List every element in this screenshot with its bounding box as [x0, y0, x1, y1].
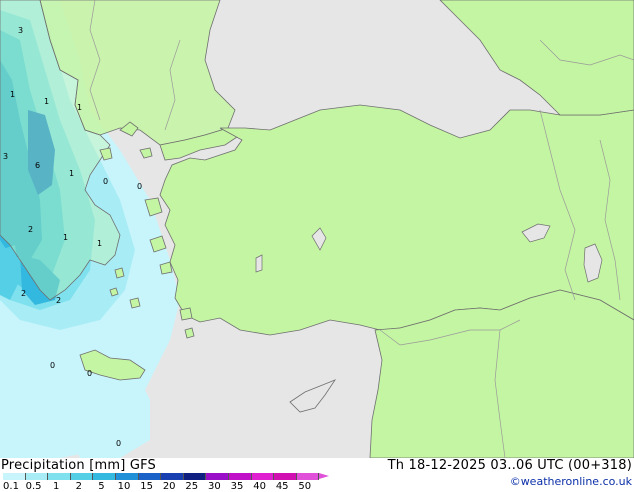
scale-tick-label: 25: [185, 481, 199, 492]
contour-label: 1: [44, 97, 49, 106]
scale-tick-label: 15: [140, 481, 153, 492]
valid-time: Th 18-12-2025 03..06 UTC (00+318): [387, 458, 632, 473]
contour-label: 2: [56, 296, 61, 305]
scale-swatch: [48, 473, 71, 480]
scale-tick-label: 35: [230, 481, 244, 492]
contour-label: 1: [10, 90, 15, 99]
scale-swatch: [138, 473, 162, 480]
scale-tick-label: 0.1: [3, 481, 19, 492]
scale-swatch: [70, 473, 94, 480]
scale-tick-label: 50: [298, 481, 312, 492]
scale-tick-label: 30: [208, 481, 221, 492]
contour-label: 6: [35, 161, 40, 170]
contour-label: 0: [50, 361, 55, 370]
contour-label: 1: [97, 239, 102, 248]
scale-swatch: [251, 473, 275, 480]
scale-swatch: [116, 473, 139, 480]
scale-tick-label: 5: [98, 481, 105, 492]
scale-tick-label: 40: [253, 481, 266, 492]
scale-tick-label: 0.5: [25, 481, 42, 492]
legend-bar: Precipitation [mm] GFS Th 18-12-2025 03.…: [0, 458, 634, 492]
contour-label: 2: [28, 225, 33, 234]
scale-swatch: [3, 473, 26, 480]
contour-label: 1: [69, 169, 74, 178]
scale-tick-label: 2: [75, 481, 82, 492]
scale-arrow-icon: [319, 473, 330, 479]
scale-tick-label: 45: [275, 481, 289, 492]
scale-swatch: [25, 473, 49, 480]
chart-title: Precipitation [mm] GFS: [1, 458, 156, 473]
map-area: 3 1 1 1 3 6 1 0 0 2 1 1 2 2 0 0 0: [0, 0, 634, 458]
contour-label: 0: [87, 369, 92, 378]
scale-swatch: [183, 473, 207, 480]
color-scale: 0.1 0.5 1 2 5 10 15 20 25 30 35 40 45 50: [0, 473, 332, 492]
scale-swatch: [274, 473, 297, 480]
scale-tick-label: 20: [162, 481, 176, 492]
credit-link[interactable]: ©weatheronline.co.uk: [510, 475, 632, 488]
contour-label: 3: [3, 152, 8, 161]
contour-label: 0: [116, 439, 121, 448]
contour-label: 0: [103, 177, 108, 186]
product-label: Precipitation [mm]: [1, 458, 126, 473]
model-label: GFS: [129, 458, 156, 473]
map-svg: 3 1 1 1 3 6 1 0 0 2 1 1 2 2 0 0 0: [0, 0, 634, 458]
scale-tick-label: 10: [117, 481, 131, 492]
scale-swatch: [206, 473, 229, 480]
contour-label: 2: [21, 289, 26, 298]
contour-label: 1: [77, 103, 82, 112]
scale-tick-label: 1: [53, 481, 60, 492]
scale-swatch: [229, 473, 252, 480]
contour-label: 0: [137, 182, 142, 191]
contour-label: 3: [18, 26, 23, 35]
contour-label: 1: [63, 233, 68, 242]
scale-swatch: [93, 473, 116, 480]
scale-swatch: [161, 473, 184, 480]
scale-swatch: [296, 473, 320, 480]
